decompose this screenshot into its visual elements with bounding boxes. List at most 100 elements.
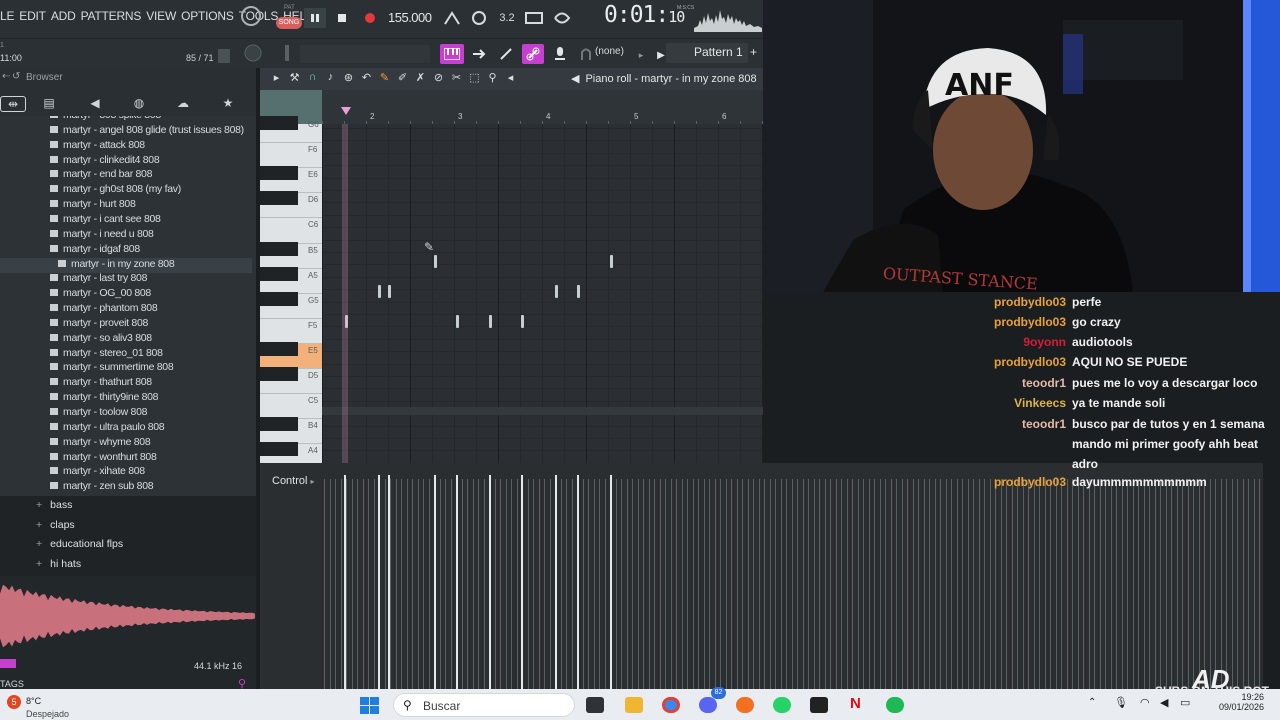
piano-roll-view-icon[interactable] xyxy=(440,44,464,64)
plugin-tab-icon[interactable]: ◍ xyxy=(128,96,150,112)
chat-username[interactable]: 9oyonn xyxy=(993,332,1066,352)
chat-username[interactable]: prodbydlo03 xyxy=(993,472,1066,492)
pencil-icon[interactable]: ✎ xyxy=(376,71,393,87)
microphone-icon[interactable]: 🎙 xyxy=(1114,696,1128,709)
browser-item[interactable]: martyr - clinkedit4 808 xyxy=(50,154,160,169)
velocity-bar[interactable] xyxy=(489,475,491,689)
velocity-bar[interactable] xyxy=(344,475,346,689)
menu-patterns[interactable]: PATTERNS xyxy=(81,9,142,23)
black-piano-key[interactable] xyxy=(260,241,298,256)
mic-icon[interactable] xyxy=(549,44,571,64)
playback-icon[interactable]: ◂ xyxy=(502,71,519,87)
whatsapp-icon[interactable] xyxy=(773,697,791,713)
chrome-icon[interactable] xyxy=(662,697,680,713)
magnet-icon[interactable]: ∩ xyxy=(304,71,321,87)
timeline-ruler[interactable]: 2 3 4 5 6 xyxy=(322,90,763,124)
loop-record-icon[interactable] xyxy=(551,8,573,28)
browser-item[interactable]: martyr - whyme 808 xyxy=(50,436,151,451)
black-piano-key[interactable] xyxy=(260,291,298,306)
undo-icon[interactable]: ↶ xyxy=(358,71,375,87)
midi-note[interactable] xyxy=(489,315,492,328)
master-pitch-knob[interactable] xyxy=(276,43,298,63)
zoom-icon[interactable]: ⚲ xyxy=(484,71,501,87)
file-explorer-icon[interactable] xyxy=(625,697,643,713)
stop-button[interactable] xyxy=(331,8,353,28)
control-selector[interactable]: Control ▸ xyxy=(272,475,315,487)
master-volume-knob[interactable] xyxy=(242,43,264,63)
metronome-icon[interactable] xyxy=(441,8,463,28)
files-tab-icon[interactable]: ▤ xyxy=(38,96,60,112)
browser-item[interactable]: martyr - gh0st 808 (my fav) xyxy=(50,183,181,198)
browser-item[interactable]: martyr - wonthurt 808 xyxy=(50,451,157,466)
playhead-marker-icon[interactable] xyxy=(340,106,352,116)
wrench-icon[interactable]: ⚒ xyxy=(286,71,303,87)
chat-username[interactable]: prodbydlo03 xyxy=(993,312,1066,332)
countdown-icon[interactable]: 3.2 xyxy=(496,8,518,28)
snap-selector[interactable]: (none) xyxy=(595,46,624,57)
black-piano-key[interactable] xyxy=(260,116,298,130)
folder-educational-flps[interactable]: + educational flps xyxy=(36,538,123,550)
browser-item[interactable]: martyr - attack 808 xyxy=(50,139,145,154)
fl-studio-icon[interactable] xyxy=(736,697,754,713)
arrow-right-icon[interactable] xyxy=(468,44,490,64)
mixer-insert-icon[interactable] xyxy=(575,45,597,65)
browser-item[interactable]: martyr - thathurt 808 xyxy=(50,376,152,391)
step-edit-icon[interactable] xyxy=(523,8,545,28)
refresh-icon[interactable]: ↺ xyxy=(12,71,20,82)
preview-play-icon[interactable] xyxy=(0,659,16,668)
midi-note[interactable] xyxy=(555,285,558,298)
browser-item[interactable]: martyr - end bar 808 xyxy=(50,168,152,183)
browser-item[interactable]: martyr - proveit 808 xyxy=(50,317,148,332)
spotify-icon[interactable] xyxy=(886,697,904,713)
volume-icon[interactable]: ◀ xyxy=(1160,696,1168,709)
note-icon[interactable]: ♪ xyxy=(322,71,339,87)
midi-note[interactable] xyxy=(577,285,580,298)
chat-username[interactable]: Vinkeecs xyxy=(993,393,1066,413)
stamp-icon[interactable]: ⊛ xyxy=(340,71,357,87)
velocity-bar[interactable] xyxy=(610,475,612,689)
midi-note[interactable] xyxy=(388,285,391,298)
browser-item[interactable]: martyr - ultra paulo 808 xyxy=(50,421,165,436)
battery-icon[interactable]: ▭ xyxy=(1180,696,1190,709)
black-piano-key[interactable] xyxy=(260,342,298,356)
black-piano-key[interactable] xyxy=(260,266,298,281)
snap-arrow-icon[interactable]: ▸ xyxy=(630,45,652,65)
notification-badge[interactable]: 5 xyxy=(7,695,21,709)
options-arrow-icon[interactable]: ▸ xyxy=(268,71,285,87)
taskbar-search[interactable]: ⚲ Buscar xyxy=(393,693,575,717)
midi-note[interactable] xyxy=(521,315,524,328)
piano-keyboard[interactable]: G6 F6 E6 D6 C6 B5 A5 G5 F5 E5 D5 C5 B4 A4 xyxy=(260,116,322,463)
black-piano-key[interactable] xyxy=(260,191,298,206)
note-grid[interactable] xyxy=(322,124,763,463)
browser-item[interactable]: martyr - thirty9ine 808 xyxy=(50,391,159,406)
menu-view[interactable]: VIEW xyxy=(146,9,176,23)
browser-item[interactable]: martyr - zen sub 808 xyxy=(50,480,154,495)
record-button[interactable] xyxy=(359,8,381,28)
browser-item[interactable]: martyr - stereo_01 808 xyxy=(50,347,163,362)
midi-note[interactable] xyxy=(456,315,459,328)
link-icon[interactable] xyxy=(522,44,544,64)
select-tool-icon[interactable]: ⬚ xyxy=(466,71,483,87)
delete-tool-icon[interactable]: ✗ xyxy=(412,71,429,87)
playhead[interactable] xyxy=(342,124,348,463)
chat-username[interactable]: teoodr1 xyxy=(993,414,1066,434)
browser-item[interactable]: martyr - toolow 808 xyxy=(50,406,147,421)
browser-item[interactable]: martyr - angel 808 glide (trust issues 8… xyxy=(50,124,244,139)
browser-item[interactable]: martyr - 808 spike 808 xyxy=(50,116,161,124)
menu-file[interactable]: LE xyxy=(0,9,14,23)
velocity-bar[interactable] xyxy=(434,475,436,689)
discord-icon[interactable] xyxy=(699,697,717,713)
task-view-icon[interactable] xyxy=(586,697,604,713)
browser-item[interactable]: martyr - i need u 808 xyxy=(50,228,154,243)
velocity-bar[interactable] xyxy=(388,475,390,689)
midi-note[interactable] xyxy=(378,285,381,298)
browser-item[interactable]: martyr - idgaf 808 xyxy=(50,243,140,258)
tempo-display[interactable]: 155.000 xyxy=(388,10,432,25)
velocity-bar[interactable] xyxy=(577,475,579,689)
black-piano-key[interactable] xyxy=(260,417,298,432)
browser-item[interactable]: martyr - last try 808 xyxy=(50,272,147,287)
chat-username[interactable]: prodbydlo03 xyxy=(993,292,1066,312)
browser-item[interactable]: martyr - phantom 808 xyxy=(50,302,158,317)
black-piano-key[interactable] xyxy=(260,367,298,382)
midi-note[interactable] xyxy=(434,255,437,268)
